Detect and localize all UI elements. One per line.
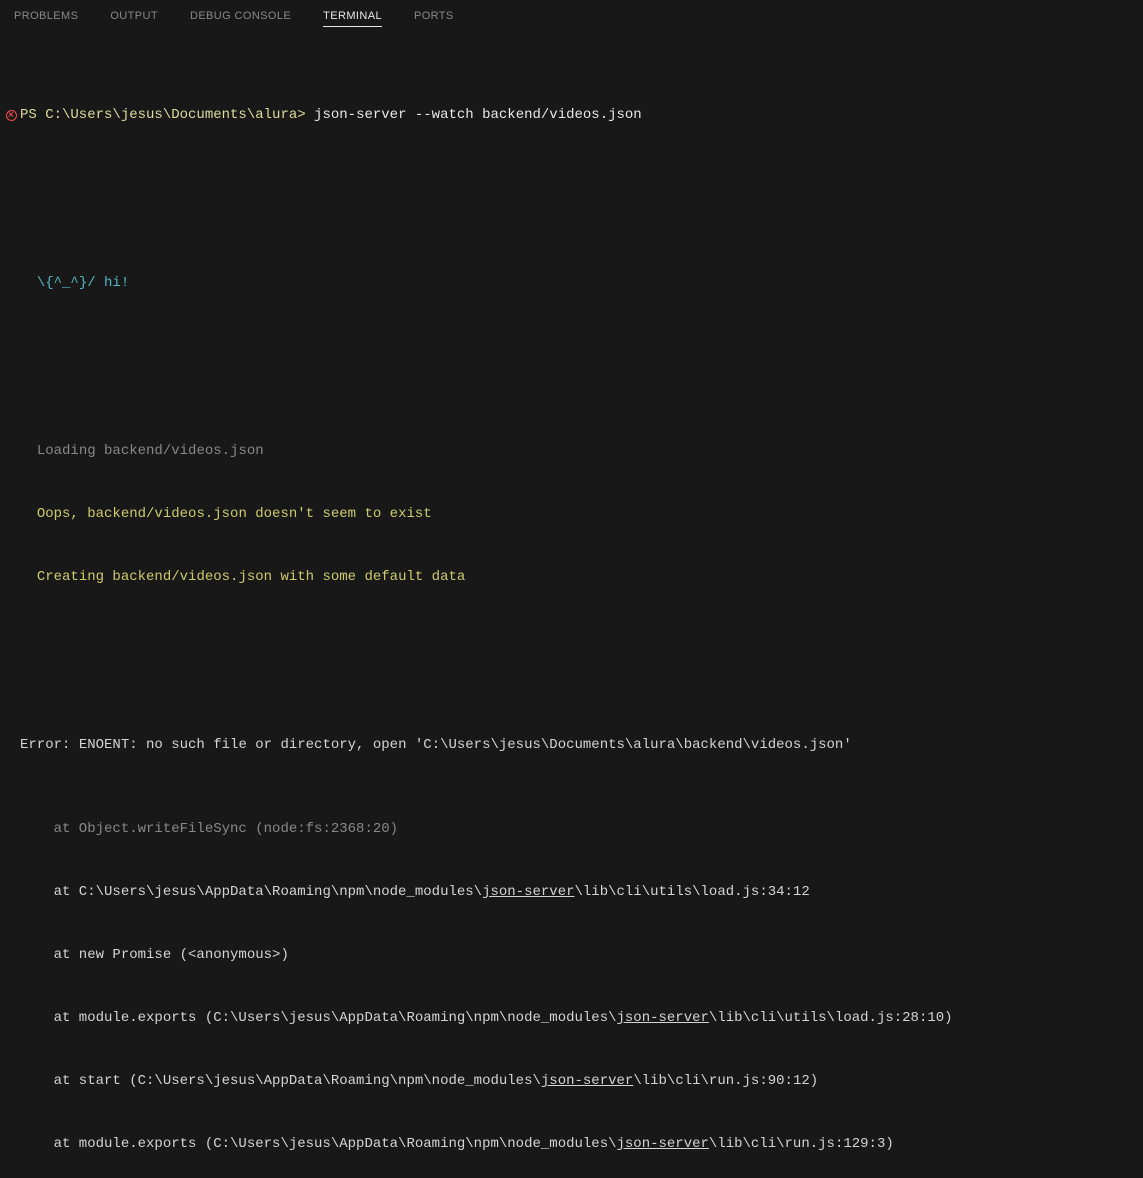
stack-line: at module.exports (C:\Users\jesus\AppDat… bbox=[20, 1134, 1141, 1155]
error-header: Error: ENOENT: no such file or directory… bbox=[20, 735, 1141, 756]
stack-line: at Object.writeFileSync (node:fs:2368:20… bbox=[20, 819, 1141, 840]
stack-line: at start (C:\Users\jesus\AppData\Roaming… bbox=[20, 1071, 1141, 1092]
tab-output[interactable]: OUTPUT bbox=[110, 4, 158, 26]
kill-terminal-icon[interactable] bbox=[6, 110, 17, 121]
stack-line: at new Promise (<anonymous>) bbox=[20, 945, 1141, 966]
json-server-greeting: \{^_^}/ hi! bbox=[37, 275, 129, 291]
panel-tabs: PROBLEMS OUTPUT DEBUG CONSOLE TERMINAL P… bbox=[0, 0, 1143, 30]
typed-command: json-server --watch backend/videos.json bbox=[306, 107, 642, 123]
loading-line: Loading backend/videos.json bbox=[37, 443, 264, 459]
shell-prompt: PS C:\Users\jesus\Documents\alura> bbox=[20, 107, 306, 123]
warn-oops: Oops, backend/videos.json doesn't seem t… bbox=[37, 506, 432, 522]
warn-creating: Creating backend/videos.json with some d… bbox=[37, 569, 465, 585]
tab-ports[interactable]: PORTS bbox=[414, 4, 454, 26]
stack-line: at C:\Users\jesus\AppData\Roaming\npm\no… bbox=[20, 882, 1141, 903]
tab-debug-console[interactable]: DEBUG CONSOLE bbox=[190, 4, 291, 26]
tab-problems[interactable]: PROBLEMS bbox=[14, 4, 78, 26]
terminal-body[interactable]: PS C:\Users\jesus\Documents\alura> json-… bbox=[0, 30, 1143, 1178]
tab-terminal[interactable]: TERMINAL bbox=[323, 4, 382, 27]
stack-line: at module.exports (C:\Users\jesus\AppDat… bbox=[20, 1008, 1141, 1029]
